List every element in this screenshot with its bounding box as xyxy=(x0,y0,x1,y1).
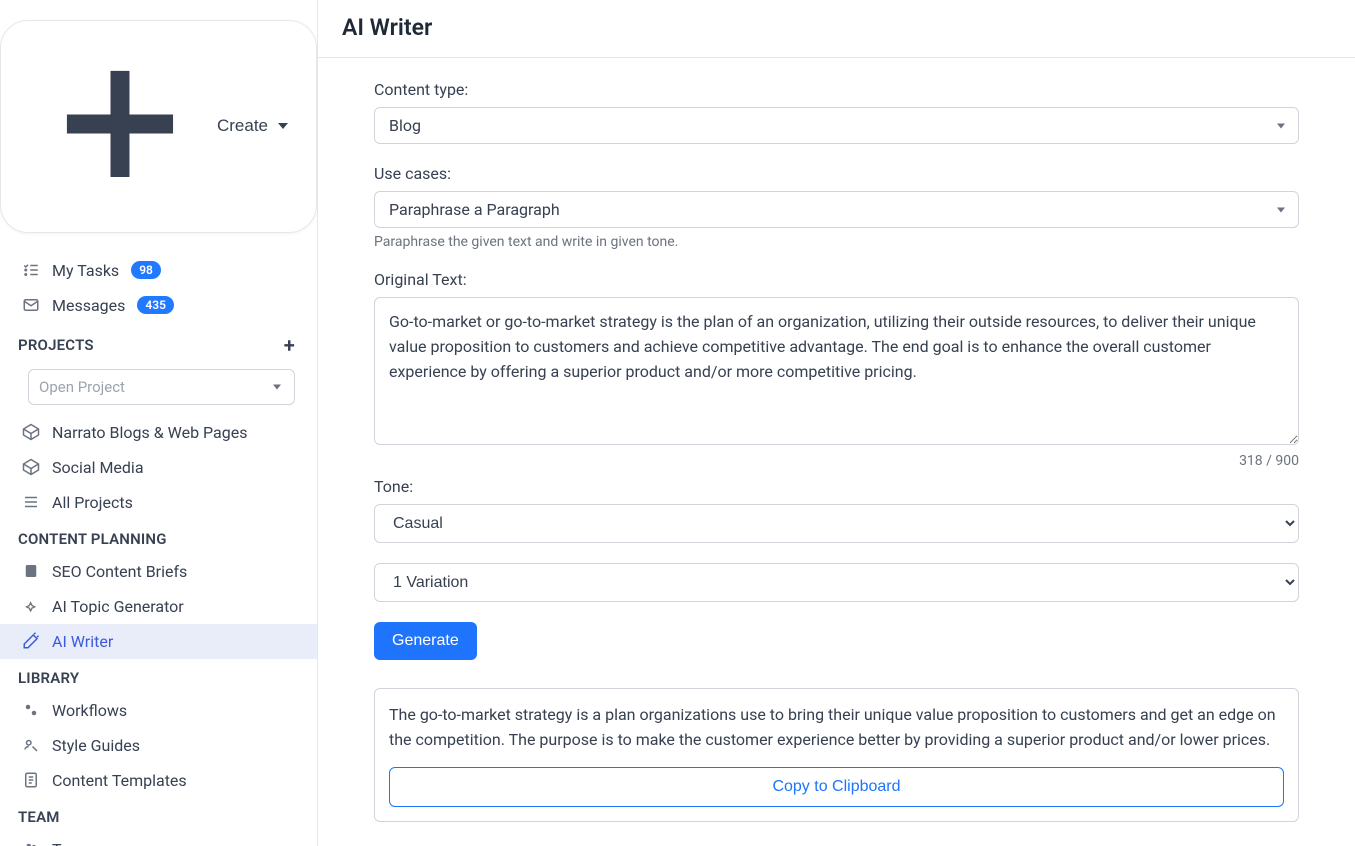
mail-icon xyxy=(22,296,40,314)
sidebar-item-style-guides[interactable]: Style Guides xyxy=(0,728,317,763)
list-icon xyxy=(22,493,40,511)
section-header-projects: PROJECTS + xyxy=(0,323,317,363)
use-cases-hint: Paraphrase the given text and write in g… xyxy=(374,234,1299,250)
users-icon xyxy=(22,840,40,846)
badge-count: 435 xyxy=(137,296,174,314)
palette-icon xyxy=(22,736,40,754)
open-project-placeholder: Open Project xyxy=(28,369,295,405)
chevron-down-icon xyxy=(278,123,288,129)
content-type-value: Blog xyxy=(374,107,1299,144)
section-header-team: TEAM xyxy=(0,798,317,832)
sidebar-item-seo-briefs[interactable]: SEO Content Briefs xyxy=(0,554,317,589)
sidebar-item-label: SEO Content Briefs xyxy=(52,562,187,581)
use-cases-value: Paraphrase a Paragraph xyxy=(374,191,1299,228)
sidebar-item-label: Team xyxy=(52,840,92,846)
sidebar-item-label: Narrato Blogs & Web Pages xyxy=(52,423,247,442)
result-text: The go-to-market strategy is a plan orga… xyxy=(389,703,1284,753)
sidebar-item-label: Workflows xyxy=(52,701,127,720)
section-header-content-planning: CONTENT PLANNING xyxy=(0,520,317,554)
main-panel: AI Writer Content type: Blog Use cases: … xyxy=(318,0,1355,846)
copy-to-clipboard-button[interactable]: Copy to Clipboard xyxy=(389,767,1284,807)
sidebar-item-label: Messages xyxy=(52,296,125,315)
create-label: Create xyxy=(217,116,268,136)
use-cases-label: Use cases: xyxy=(374,164,1299,183)
generate-button[interactable]: Generate xyxy=(374,622,477,660)
sidebar-item-label: AI Writer xyxy=(52,632,113,651)
original-text-label: Original Text: xyxy=(374,270,1299,289)
sidebar-item-content-templates[interactable]: Content Templates xyxy=(0,763,317,798)
page-title: AI Writer xyxy=(342,14,1331,41)
sparkle-icon xyxy=(22,597,40,615)
tasks-icon xyxy=(22,261,40,279)
magic-wand-icon xyxy=(22,632,40,650)
sidebar-item-narrato-blogs[interactable]: Narrato Blogs & Web Pages xyxy=(0,415,317,450)
add-project-button[interactable]: + xyxy=(284,333,295,357)
sidebar-item-label: All Projects xyxy=(52,493,133,512)
content-type-label: Content type: xyxy=(374,80,1299,99)
cube-icon xyxy=(22,423,40,441)
main-header: AI Writer xyxy=(318,0,1355,58)
gear-icon xyxy=(22,701,40,719)
sidebar-item-social-media[interactable]: Social Media xyxy=(0,450,317,485)
result-box: The go-to-market strategy is a plan orga… xyxy=(374,688,1299,822)
open-project-select[interactable]: Open Project xyxy=(28,369,295,405)
sidebar-item-label: Content Templates xyxy=(52,771,187,790)
cube-icon xyxy=(22,458,40,476)
sidebar-item-workflows[interactable]: Workflows xyxy=(0,693,317,728)
sidebar-item-my-tasks[interactable]: My Tasks 98 xyxy=(0,253,317,288)
sidebar-item-ai-topic-generator[interactable]: AI Topic Generator xyxy=(0,589,317,624)
sidebar-item-all-projects[interactable]: All Projects xyxy=(0,485,317,520)
plus-icon xyxy=(29,33,211,220)
content-type-select[interactable]: Blog xyxy=(374,107,1299,144)
sidebar-item-messages[interactable]: Messages 435 xyxy=(0,288,317,323)
sidebar-item-label: AI Topic Generator xyxy=(52,597,184,616)
original-text-input[interactable] xyxy=(374,297,1299,445)
badge-count: 98 xyxy=(131,261,161,279)
create-button[interactable]: Create xyxy=(0,20,317,233)
sidebar-item-team[interactable]: Team xyxy=(0,832,317,846)
document-icon xyxy=(22,562,40,580)
sidebar: Create My Tasks 98 Messages 435 PROJECTS… xyxy=(0,0,318,846)
template-icon xyxy=(22,771,40,789)
sidebar-item-label: Style Guides xyxy=(52,736,140,755)
sidebar-item-label: My Tasks xyxy=(52,261,119,280)
sidebar-item-ai-writer[interactable]: AI Writer xyxy=(0,624,317,659)
variation-select[interactable]: 1 Variation xyxy=(374,563,1299,602)
sidebar-item-label: Social Media xyxy=(52,458,144,477)
tone-label: Tone: xyxy=(374,477,1299,496)
use-cases-select[interactable]: Paraphrase a Paragraph xyxy=(374,191,1299,228)
tone-select[interactable]: Casual xyxy=(374,504,1299,543)
section-header-library: LIBRARY xyxy=(0,659,317,693)
char-counter: 318 / 900 xyxy=(374,453,1299,469)
